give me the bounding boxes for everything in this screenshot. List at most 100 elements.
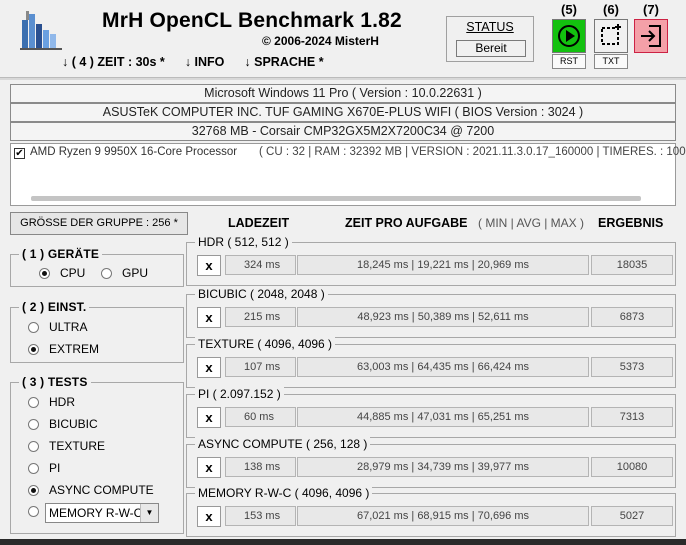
col-result: ERGEBNIS bbox=[598, 216, 664, 230]
clear-button[interactable]: x bbox=[197, 457, 221, 478]
run-button-number: (5) bbox=[561, 2, 577, 17]
clear-button[interactable]: x bbox=[197, 307, 221, 328]
task-times: 67,021 ms | 68,915 ms | 70,696 ms bbox=[297, 506, 589, 526]
device-list[interactable]: ✔ AMD Ryzen 9 9950X 16-Core Processor ( … bbox=[10, 143, 686, 206]
toolbar: ↓ ( 4 ) ZEIT : 30s * ↓ INFO ↓ SPRACHE * bbox=[62, 55, 344, 69]
chevron-down-icon[interactable]: ▼ bbox=[140, 504, 158, 522]
radio-ultra-indicator[interactable] bbox=[28, 321, 39, 333]
radio-bicubic-label: BICUBIC bbox=[49, 417, 98, 431]
score: 10080 bbox=[591, 457, 673, 477]
txt-label[interactable]: TXT bbox=[594, 54, 628, 69]
result-hdr: HDR ( 512, 512 ) x 324 ms 18,245 ms | 19… bbox=[186, 235, 676, 286]
radio-pi-indicator[interactable] bbox=[28, 462, 39, 474]
result-name: BICUBIC ( 2048, 2048 ) bbox=[195, 287, 328, 301]
exit-button-number: (7) bbox=[643, 2, 659, 17]
radio-async[interactable]: ASYNC COMPUTE bbox=[28, 483, 154, 497]
result-name: ASYNC COMPUTE ( 256, 128 ) bbox=[195, 437, 371, 451]
score: 7313 bbox=[591, 407, 673, 427]
radio-hdr-indicator[interactable] bbox=[28, 396, 39, 408]
load-time: 60 ms bbox=[225, 407, 296, 427]
status-value: Bereit bbox=[456, 40, 526, 57]
copyright-text: © 2006-2024 MisterH bbox=[262, 34, 379, 48]
device-name: AMD Ryzen 9 9950X 16-Core Processor bbox=[30, 146, 238, 158]
radio-bicubic-indicator[interactable] bbox=[28, 418, 39, 430]
board-info: ASUSTeK COMPUTER INC. TUF GAMING X670E-P… bbox=[10, 103, 676, 122]
col-time-per-task: ZEIT PRO AUFGABE bbox=[345, 216, 468, 230]
clear-button[interactable]: x bbox=[197, 255, 221, 276]
radio-hdr-label: HDR bbox=[49, 395, 75, 409]
result-name: PI ( 2.097.152 ) bbox=[195, 387, 284, 401]
radio-texture-label: TEXTURE bbox=[49, 439, 106, 453]
radio-cpu[interactable]: CPU bbox=[39, 266, 85, 280]
radio-extrem[interactable]: EXTREM bbox=[28, 342, 99, 356]
radio-gpu[interactable]: GPU bbox=[101, 266, 148, 280]
txt-button[interactable] bbox=[594, 19, 628, 53]
radio-extrem-indicator[interactable] bbox=[28, 343, 39, 355]
app-title: MrH OpenCL Benchmark 1.82 bbox=[102, 9, 402, 32]
task-times: 28,979 ms | 34,739 ms | 39,977 ms bbox=[297, 457, 589, 477]
clear-button[interactable]: x bbox=[197, 407, 221, 428]
status-box: STATUS Bereit bbox=[446, 16, 534, 62]
tests-group: ( 3 ) TESTS HDR BICUBIC TEXTURE PI ASYNC… bbox=[10, 375, 184, 534]
result-texture: TEXTURE ( 4096, 4096 ) x 107 ms 63,003 m… bbox=[186, 337, 676, 388]
group-size-button[interactable]: GRÖSSE DER GRUPPE : 256 * bbox=[10, 212, 188, 235]
radio-gpu-label: GPU bbox=[122, 266, 149, 280]
col-min-avg-max: ( MIN | AVG | MAX ) bbox=[478, 216, 585, 230]
radio-hdr[interactable]: HDR bbox=[28, 395, 75, 409]
radio-bicubic[interactable]: BICUBIC bbox=[28, 417, 98, 431]
sprache-menu[interactable]: ↓ SPRACHE * bbox=[244, 55, 323, 69]
radio-async-label: ASYNC COMPUTE bbox=[49, 483, 154, 497]
result-name: HDR ( 512, 512 ) bbox=[195, 235, 292, 249]
score: 5373 bbox=[591, 357, 673, 377]
task-times: 18,245 ms | 19,221 ms | 20,969 ms bbox=[297, 255, 589, 275]
ram-info: 32768 MB - Corsair CMP32GX5M2X7200C34 @ … bbox=[10, 122, 676, 141]
task-times: 44,885 ms | 47,031 ms | 65,251 ms bbox=[297, 407, 589, 427]
tests-title: ( 3 ) TESTS bbox=[19, 375, 91, 389]
radio-memory-indicator[interactable] bbox=[28, 506, 39, 517]
col-load: LADEZEIT bbox=[228, 216, 290, 230]
result-name: TEXTURE ( 4096, 4096 ) bbox=[195, 337, 336, 351]
radio-pi-label: PI bbox=[49, 461, 61, 475]
play-circle-icon bbox=[558, 25, 580, 47]
memory-select-value: MEMORY R-W-C bbox=[49, 506, 143, 520]
radio-texture[interactable]: TEXTURE bbox=[28, 439, 105, 453]
score: 6873 bbox=[591, 307, 673, 327]
device-info: ( CU : 32 | RAM : 32392 MB | VERSION : 2… bbox=[259, 146, 686, 158]
radio-async-indicator[interactable] bbox=[28, 484, 39, 496]
run-button[interactable] bbox=[552, 19, 586, 53]
device-checkbox[interactable]: ✔ bbox=[14, 148, 25, 159]
result-bicubic: BICUBIC ( 2048, 2048 ) x 215 ms 48,923 m… bbox=[186, 287, 676, 338]
header-separator bbox=[0, 77, 686, 80]
txt-button-number: (6) bbox=[603, 2, 619, 17]
status-label: STATUS bbox=[466, 20, 514, 34]
radio-texture-indicator[interactable] bbox=[28, 440, 39, 452]
result-pi: PI ( 2.097.152 ) x 60 ms 44,885 ms | 47,… bbox=[186, 387, 676, 438]
memory-select[interactable]: MEMORY R-W-C ▼ bbox=[45, 503, 159, 523]
taskbar-edge bbox=[0, 539, 686, 545]
radio-cpu-label: CPU bbox=[60, 266, 86, 280]
geraete-title: ( 1 ) GERÄTE bbox=[19, 247, 103, 261]
einst-title: ( 2 ) EINST. bbox=[19, 300, 90, 314]
radio-ultra[interactable]: ULTRA bbox=[28, 320, 87, 334]
task-times: 48,923 ms | 50,389 ms | 52,611 ms bbox=[297, 307, 589, 327]
info-menu[interactable]: ↓ INFO bbox=[185, 55, 225, 69]
exit-door-icon bbox=[641, 25, 661, 47]
geraete-group: ( 1 ) GERÄTE CPU GPU bbox=[10, 247, 184, 287]
horizontal-scrollbar[interactable] bbox=[31, 196, 641, 201]
clear-button[interactable]: x bbox=[197, 506, 221, 527]
zeit-menu[interactable]: ↓ ( 4 ) ZEIT : 30s * bbox=[62, 55, 165, 69]
clear-button[interactable]: x bbox=[197, 357, 221, 378]
einst-group: ( 2 ) EINST. ULTRA EXTREM bbox=[10, 300, 184, 363]
rst-label[interactable]: RST bbox=[552, 54, 586, 69]
load-time: 153 ms bbox=[225, 506, 296, 526]
dashed-select-icon bbox=[601, 24, 621, 45]
radio-cpu-indicator[interactable] bbox=[39, 267, 50, 279]
load-time: 215 ms bbox=[225, 307, 296, 327]
radio-pi[interactable]: PI bbox=[28, 461, 60, 475]
radio-extrem-label: EXTREM bbox=[49, 342, 100, 356]
result-memory: MEMORY R-W-C ( 4096, 4096 ) x 153 ms 67,… bbox=[186, 486, 676, 537]
radio-gpu-indicator[interactable] bbox=[101, 267, 112, 279]
os-info: Microsoft Windows 11 Pro ( Version : 10.… bbox=[10, 84, 676, 103]
exit-button[interactable] bbox=[634, 19, 668, 53]
score: 18035 bbox=[591, 255, 673, 275]
